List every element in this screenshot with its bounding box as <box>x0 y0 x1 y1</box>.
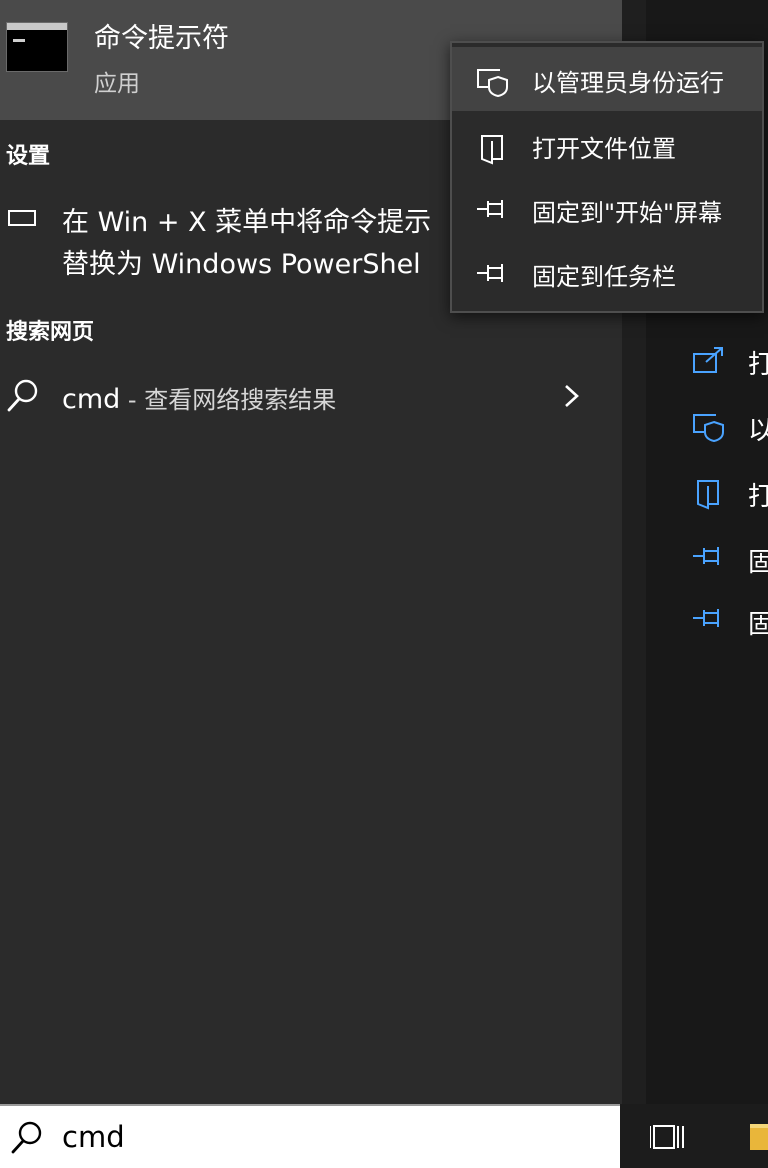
command-prompt-icon <box>6 22 68 72</box>
menu-item-open-file-location-label: 打开文件位置 <box>532 135 676 163</box>
chevron-right-icon[interactable] <box>560 380 584 412</box>
menu-item-run-as-admin-label: 以管理员身份运行 <box>532 69 724 97</box>
web-search-result[interactable]: cmd - 查看网络搜索结果 <box>0 370 622 426</box>
web-query-text: cmd <box>62 384 121 415</box>
menu-item-pin-to-start[interactable]: 固定到"开始"屏幕 <box>452 177 762 241</box>
preview-action-open[interactable]: 打 <box>690 340 768 380</box>
web-query-suffix: - 查看网络搜索结果 <box>120 386 337 414</box>
pin-icon <box>693 609 719 627</box>
best-match-type: 应用 <box>94 71 140 97</box>
open-file-location-icon <box>481 135 503 165</box>
file-explorer-icon[interactable] <box>750 1124 768 1150</box>
preview-action-pin-start[interactable]: 固 <box>690 538 768 578</box>
pin-icon <box>693 547 719 565</box>
pin-icon <box>477 264 503 282</box>
pin-icon <box>477 200 503 218</box>
preview-action-admin-label: 以 <box>748 416 768 446</box>
search-icon <box>6 378 40 418</box>
context-menu: 以管理员身份运行 打开文件位置 固定到"开始"屏幕 固定到任务栏 <box>450 41 764 313</box>
web-section-heading: 搜索网页 <box>6 320 95 345</box>
taskbar <box>620 1104 768 1168</box>
display-icon <box>8 210 36 226</box>
preview-action-pin-taskbar[interactable]: 固 <box>690 600 768 640</box>
start-search-window: 命令提示符 应用 设置 在 Win + X 菜单中将命令提示 替换为 Windo… <box>0 0 768 1168</box>
web-result-label: cmd - 查看网络搜索结果 <box>62 380 336 415</box>
search-input[interactable]: cmd <box>62 1120 125 1154</box>
shield-window-icon <box>477 69 508 97</box>
search-box[interactable]: cmd <box>0 1104 620 1168</box>
open-icon <box>693 347 723 373</box>
search-icon <box>10 1120 44 1160</box>
menu-item-pin-to-taskbar[interactable]: 固定到任务栏 <box>452 241 762 305</box>
menu-item-run-as-admin[interactable]: 以管理员身份运行 <box>452 47 762 111</box>
menu-item-pin-to-start-label: 固定到"开始"屏幕 <box>532 199 723 227</box>
task-view-icon[interactable] <box>649 1122 686 1156</box>
open-file-location-icon <box>697 480 719 510</box>
menu-item-pin-to-taskbar-label: 固定到任务栏 <box>532 263 676 291</box>
shield-window-icon <box>693 414 724 442</box>
preview-action-pin-start-label: 固 <box>748 548 768 578</box>
settings-section-heading: 设置 <box>6 144 51 169</box>
settings-result-line1: 在 Win + X 菜单中将命令提示 <box>62 207 432 238</box>
settings-result-label: 在 Win + X 菜单中将命令提示 替换为 Windows PowerShel <box>62 202 462 286</box>
best-match-title: 命令提示符 <box>94 23 229 54</box>
preview-action-open-label: 打 <box>748 350 768 380</box>
menu-item-open-file-location[interactable]: 打开文件位置 <box>452 113 762 177</box>
settings-result-line2: 替换为 Windows PowerShel <box>62 249 421 280</box>
preview-action-run-as-admin[interactable]: 以 <box>690 406 768 446</box>
preview-action-location-label: 打 <box>748 482 768 512</box>
preview-action-pin-taskbar-label: 固 <box>748 610 768 640</box>
preview-action-file-location[interactable]: 打 <box>690 472 768 512</box>
